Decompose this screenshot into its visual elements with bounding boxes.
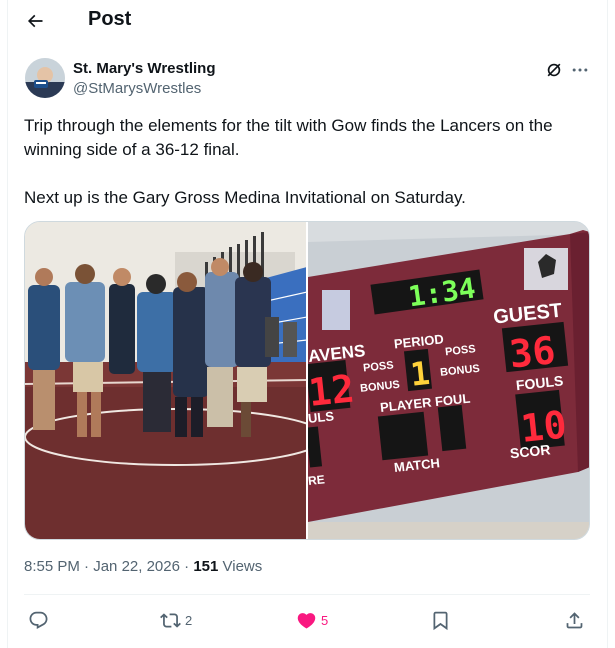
repost-count: 2 [185,612,193,628]
action-bar: 2 5 [24,604,590,636]
views-label: Views [222,558,263,575]
page-title: Post [88,8,132,30]
wrestlers-photo-image [25,222,306,539]
like-button[interactable]: 5 [296,604,328,636]
share-icon [566,611,583,628]
meta-separator-2: · [184,558,190,575]
reply-button[interactable] [28,604,49,636]
guest-score: 36 [507,328,557,377]
post-time[interactable]: 8:55 PM [24,558,80,575]
bookmark-button[interactable] [430,604,451,636]
scoreboard-photo-image: 1:34 GUEST AVENS PERIOD 36 12 POSS BONUS… [308,222,589,539]
avatar-image [25,58,65,98]
back-arrow-icon [27,14,43,28]
tweet-line-1: Trip through the elements for the tilt w… [24,116,553,159]
repost-icon [160,612,181,628]
author-name[interactable]: St. Mary's Wrestling [73,60,216,78]
post-header: Post [8,0,607,42]
scoreboard-photo[interactable]: 1:34 GUEST AVENS PERIOD 36 12 POSS BONUS… [308,222,589,539]
author-handle[interactable]: @StMarysWrestles [73,79,216,99]
tweet-text: Trip through the elements for the tilt w… [24,114,584,210]
views-count: 151 [193,558,219,575]
back-button[interactable] [20,6,50,36]
grok-icon[interactable] [544,60,564,80]
share-button[interactable] [564,604,585,636]
avatar[interactable] [25,58,65,98]
media-grid: 1:34 GUEST AVENS PERIOD 36 12 POSS BONUS… [24,221,590,540]
wrestlers-photo[interactable] [25,222,306,539]
repost-button[interactable]: 2 [160,604,192,636]
fouls-partial-label: ULS [308,408,335,426]
post-meta: 8:55 PM · Jan 22, 2026 · 151 Views [24,557,262,577]
like-count: 5 [321,612,329,628]
reply-icon [29,611,48,629]
post-date[interactable]: Jan 22, 2026 [93,558,180,575]
author-block: St. Mary's Wrestling @StMarysWrestles [73,60,216,99]
tweet-line-2: Next up is the Gary Gross Medina Invitat… [24,188,466,207]
period-value: 1 [408,354,431,394]
re-partial-label: RE [308,472,325,488]
actions-divider [24,594,590,595]
like-icon [297,612,316,629]
meta-separator: · [84,558,90,575]
more-icon[interactable] [570,60,590,80]
bookmark-icon [433,611,448,630]
